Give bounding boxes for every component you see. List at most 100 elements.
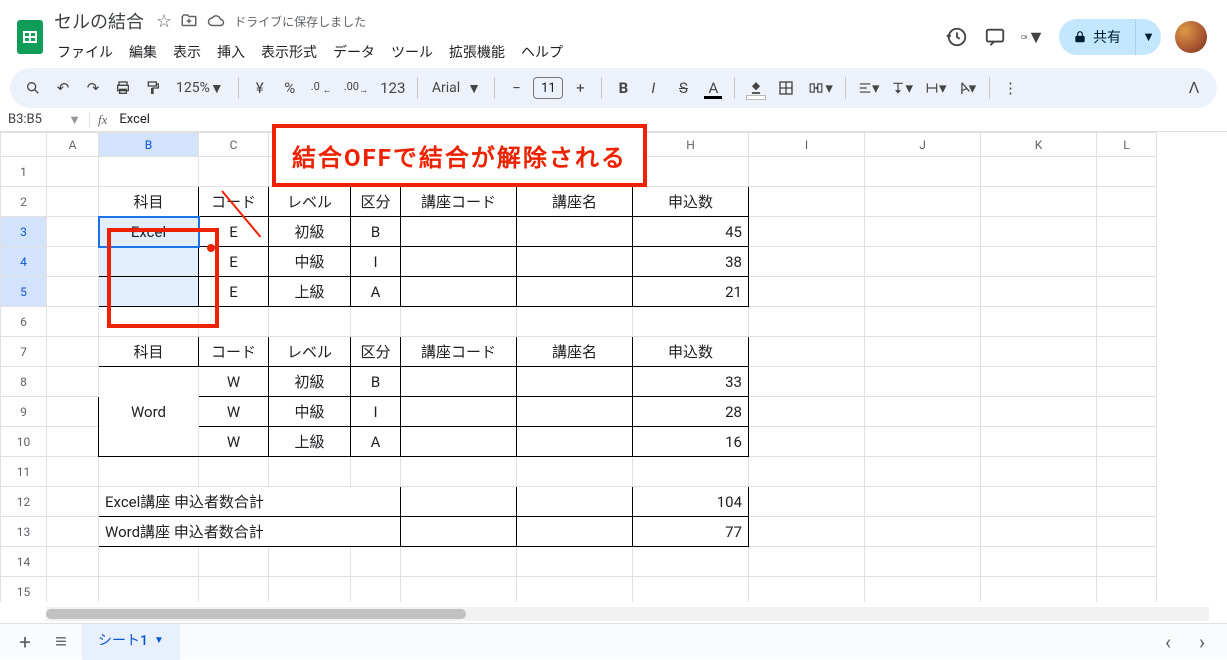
col-header[interactable]: C: [199, 133, 269, 157]
cell[interactable]: 45: [633, 217, 749, 247]
col-header[interactable]: A: [47, 133, 99, 157]
format-123-button[interactable]: 123: [376, 74, 409, 102]
cell[interactable]: [401, 487, 517, 517]
cell[interactable]: コード: [199, 187, 269, 217]
menu-insert[interactable]: 挿入: [210, 38, 252, 66]
cell[interactable]: レベル: [269, 187, 351, 217]
cell[interactable]: W: [199, 427, 269, 457]
borders-button[interactable]: [773, 74, 799, 102]
cell[interactable]: I: [351, 397, 401, 427]
cell[interactable]: W: [199, 397, 269, 427]
row-header[interactable]: 7: [1, 337, 47, 367]
row-header[interactable]: 3: [1, 217, 47, 247]
redo-icon[interactable]: ↷: [80, 74, 106, 102]
text-color-button[interactable]: A: [700, 74, 726, 102]
add-sheet-button[interactable]: +: [10, 627, 40, 657]
col-header[interactable]: H: [633, 133, 749, 157]
col-header[interactable]: J: [865, 133, 981, 157]
cell[interactable]: [401, 277, 517, 307]
cell[interactable]: 講座名: [517, 187, 633, 217]
doc-title[interactable]: セルの結合: [50, 6, 148, 36]
tab-scroll-left[interactable]: ‹: [1153, 627, 1183, 657]
cell[interactable]: 区分: [351, 337, 401, 367]
cell[interactable]: 上級: [269, 427, 351, 457]
row-header[interactable]: 4: [1, 247, 47, 277]
star-icon[interactable]: ☆: [156, 11, 172, 32]
row-header[interactable]: 13: [1, 517, 47, 547]
italic-button[interactable]: I: [640, 74, 666, 102]
cell[interactable]: [401, 247, 517, 277]
zoom-dropdown[interactable]: 125% ▼: [170, 74, 230, 102]
row-header[interactable]: 8: [1, 367, 47, 397]
strike-button[interactable]: S: [670, 74, 696, 102]
cell[interactable]: コード: [199, 337, 269, 367]
col-header[interactable]: L: [1097, 133, 1157, 157]
cell[interactable]: 講座名: [517, 337, 633, 367]
cell[interactable]: [517, 427, 633, 457]
cell[interactable]: 104: [633, 487, 749, 517]
menu-view[interactable]: 表示: [166, 38, 208, 66]
cell[interactable]: 21: [633, 277, 749, 307]
valign-button[interactable]: ▾: [887, 74, 917, 102]
menu-tools[interactable]: ツール: [384, 38, 440, 66]
tab-scroll-right[interactable]: ›: [1187, 627, 1217, 657]
cell[interactable]: 区分: [351, 187, 401, 217]
menu-edit[interactable]: 編集: [122, 38, 164, 66]
undo-icon[interactable]: ↶: [50, 74, 76, 102]
cell[interactable]: 講座コード: [401, 337, 517, 367]
col-header[interactable]: I: [749, 133, 865, 157]
cell[interactable]: [517, 517, 633, 547]
account-avatar[interactable]: [1175, 21, 1207, 53]
halign-button[interactable]: ▾: [854, 74, 884, 102]
cell[interactable]: [401, 517, 517, 547]
history-icon[interactable]: [945, 25, 969, 49]
cell[interactable]: 中級: [269, 247, 351, 277]
cell[interactable]: [517, 397, 633, 427]
col-header[interactable]: B: [99, 133, 199, 157]
cell[interactable]: [517, 277, 633, 307]
share-button[interactable]: 共有: [1059, 19, 1135, 55]
cell[interactable]: [401, 397, 517, 427]
cell[interactable]: A: [351, 427, 401, 457]
meet-icon[interactable]: ▼: [1021, 25, 1045, 49]
dec-increase-button[interactable]: .00→: [340, 74, 372, 102]
row-header[interactable]: 1: [1, 157, 47, 187]
move-icon[interactable]: [180, 12, 198, 30]
spreadsheet-grid[interactable]: A B C D E F G H I J K L 1 2 科目 コード レベル 区…: [0, 132, 1157, 602]
cell[interactable]: 28: [633, 397, 749, 427]
row-header[interactable]: 10: [1, 427, 47, 457]
sheet-tab[interactable]: シート1▼: [82, 624, 180, 660]
cell[interactable]: 科目: [99, 337, 199, 367]
currency-button[interactable]: ¥: [247, 74, 273, 102]
cell[interactable]: 中級: [269, 397, 351, 427]
font-size-input[interactable]: 11: [533, 77, 563, 99]
cell[interactable]: W: [199, 367, 269, 397]
cell[interactable]: 初級: [269, 367, 351, 397]
search-icon[interactable]: [20, 74, 46, 102]
cell[interactable]: I: [351, 247, 401, 277]
cell[interactable]: A: [351, 277, 401, 307]
cloud-icon[interactable]: [206, 12, 226, 30]
menu-format[interactable]: 表示形式: [254, 38, 324, 66]
cell[interactable]: [401, 217, 517, 247]
bold-button[interactable]: B: [610, 74, 636, 102]
cell[interactable]: 上級: [269, 277, 351, 307]
cell[interactable]: [517, 367, 633, 397]
cell[interactable]: 初級: [269, 217, 351, 247]
font-size-increase[interactable]: +: [567, 74, 593, 102]
cell[interactable]: 38: [633, 247, 749, 277]
font-family-dropdown[interactable]: Arial ▼: [426, 74, 486, 102]
cell[interactable]: 33: [633, 367, 749, 397]
name-box[interactable]: B3:B5▼: [0, 112, 90, 128]
dec-decrease-button[interactable]: .0 ←: [307, 74, 336, 102]
percent-button[interactable]: %: [277, 74, 303, 102]
row-header[interactable]: 12: [1, 487, 47, 517]
sheets-logo[interactable]: [10, 17, 50, 57]
cell[interactable]: [401, 427, 517, 457]
cell[interactable]: B: [351, 367, 401, 397]
cell[interactable]: 申込数: [633, 337, 749, 367]
row-header[interactable]: 9: [1, 397, 47, 427]
cell[interactable]: 16: [633, 427, 749, 457]
cell-merged[interactable]: Word講座 申込者数合計: [99, 517, 401, 547]
row-header[interactable]: 2: [1, 187, 47, 217]
